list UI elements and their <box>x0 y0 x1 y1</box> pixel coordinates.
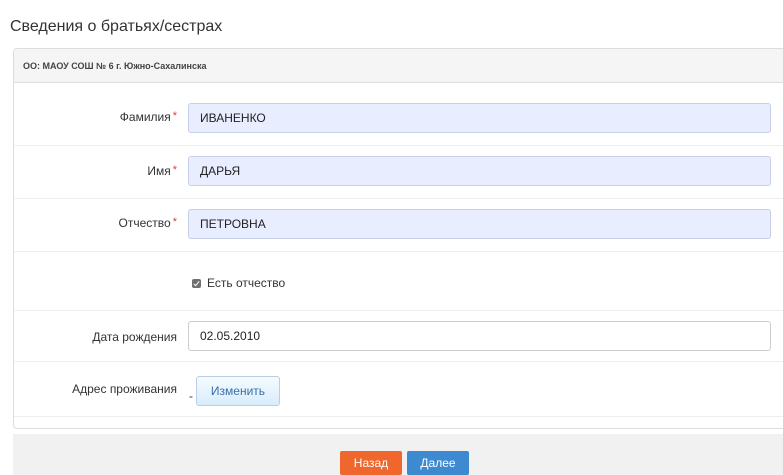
birth-date-input[interactable] <box>188 321 771 351</box>
patronymic-label-text: Отчество <box>118 216 171 230</box>
first-name-label: Имя * <box>147 164 177 178</box>
address-label: Адрес проживания <box>72 382 177 396</box>
first-name-input[interactable] <box>188 156 771 186</box>
form-panel: ОО: МАОУ СОШ № 6 г. Южно-Сахалинска Фами… <box>13 48 783 429</box>
required-mark: * <box>172 110 177 122</box>
last-name-row: Фамилия * <box>14 83 783 146</box>
required-mark: * <box>172 216 177 228</box>
patronymic-row: Отчество * <box>14 199 783 252</box>
first-name-label-text: Имя <box>147 164 171 178</box>
last-name-label-text: Фамилия <box>119 110 171 124</box>
page: Сведения о братьях/сестрах ОО: МАОУ СОШ … <box>0 0 783 475</box>
address-row: Адрес проживания - Изменить <box>14 362 783 417</box>
back-button[interactable]: Назад <box>340 451 402 475</box>
page-title: Сведения о братьях/сестрах <box>10 18 223 35</box>
change-address-button[interactable]: Изменить <box>196 376 280 406</box>
footer-bar: Назад Далее <box>13 434 783 475</box>
address-value: - <box>189 389 193 403</box>
patronymic-label: Отчество * <box>119 216 177 230</box>
checkbox-checked-icon[interactable] <box>192 278 201 288</box>
last-name-label: Фамилия * <box>120 110 177 124</box>
birth-date-label: Дата рождения <box>92 330 177 344</box>
has-patronymic-checkbox-label[interactable]: Есть отчество <box>192 276 285 290</box>
next-button[interactable]: Далее <box>407 451 469 475</box>
first-name-row: Имя * <box>14 146 783 199</box>
has-patronymic-label: Есть отчество <box>207 276 286 290</box>
required-mark: * <box>172 164 177 176</box>
patronymic-input[interactable] <box>188 209 771 239</box>
organization-heading: ОО: МАОУ СОШ № 6 г. Южно-Сахалинска <box>14 49 783 83</box>
has-patronymic-row: Есть отчество <box>14 252 783 311</box>
last-name-input[interactable] <box>188 103 771 133</box>
birth-date-row: Дата рождения <box>14 311 783 362</box>
